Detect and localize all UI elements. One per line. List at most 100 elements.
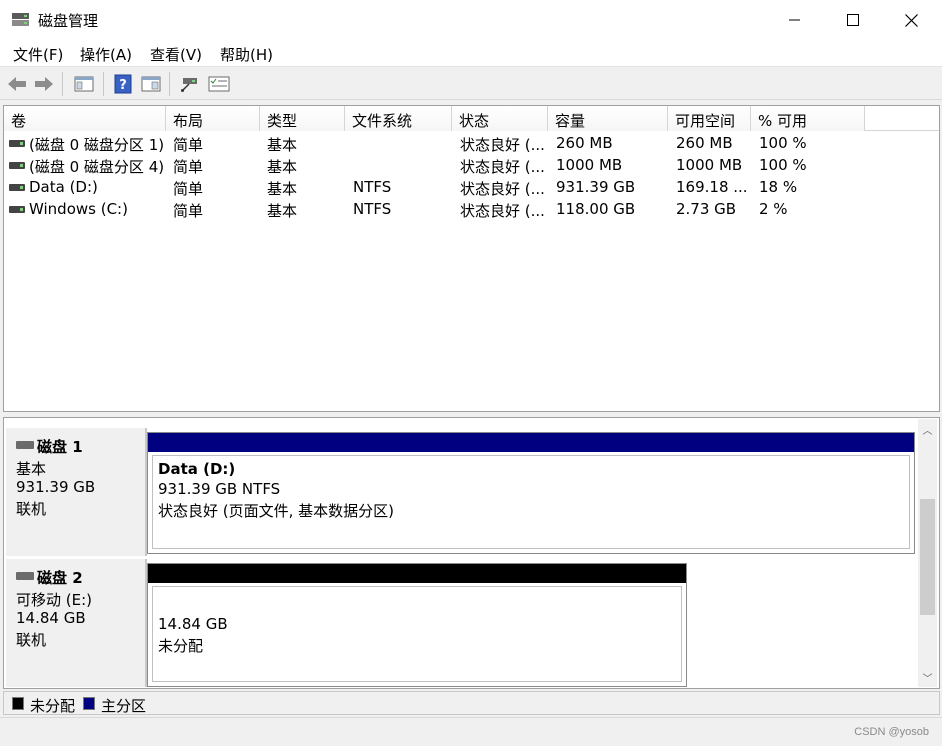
maximize-icon (847, 14, 859, 26)
cell-status: 状态良好 (... (460, 136, 545, 154)
cell-layout: 简单 (173, 136, 204, 154)
disk-2-name-text: 磁盘 2 (37, 569, 83, 587)
svg-text:?: ? (119, 78, 127, 93)
volume-row[interactable]: Windows (C:) 简单 基本 NTFS 状态良好 (... 118.00… (4, 198, 939, 220)
cell-layout: 简单 (173, 180, 204, 198)
legend-primary-swatch (83, 697, 95, 710)
settings-list-icon (208, 76, 230, 92)
column-layout[interactable]: 布局 (166, 106, 260, 131)
maximize-button[interactable] (824, 0, 882, 40)
partition-color-bar (148, 433, 914, 452)
column-free-space[interactable]: 可用空间 (668, 106, 751, 131)
cell-volume: Data (D:) (29, 178, 98, 196)
cell-type: 基本 (267, 180, 298, 198)
help-button[interactable]: ? (112, 73, 134, 95)
menu-help[interactable]: 帮助(H) (220, 44, 273, 65)
cell-type: 基本 (267, 136, 298, 154)
disk-2-label[interactable]: 磁盘 2 可移动 (E:) 14.84 GB 联机 (6, 559, 147, 687)
disk-2-size: 14.84 GB (16, 609, 86, 627)
connect-button[interactable] (179, 73, 201, 95)
cell-layout: 简单 (173, 158, 204, 176)
column-file-system[interactable]: 文件系统 (345, 106, 452, 131)
volume-icon (9, 140, 25, 147)
partition-details: Data (D:) 931.39 GB NTFS 状态良好 (页面文件, 基本数… (152, 455, 910, 549)
cell-status: 状态良好 (... (460, 202, 545, 220)
disk-1-label[interactable]: 磁盘 1 基本 931.39 GB 联机 (6, 428, 147, 556)
minimize-button[interactable] (766, 0, 824, 40)
settings-list-button[interactable] (208, 73, 230, 95)
column-capacity[interactable]: 容量 (548, 106, 668, 131)
partition-status: 状态良好 (页面文件, 基本数据分区) (158, 502, 395, 520)
disk-management-app-icon (12, 13, 29, 26)
forward-button[interactable] (33, 73, 55, 95)
volume-row[interactable]: (磁盘 0 磁盘分区 4) 简单 基本 状态良好 (... 1000 MB 10… (4, 154, 939, 176)
volume-icon (9, 162, 25, 169)
scroll-thumb[interactable] (920, 499, 935, 615)
status-bar: CSDN @yosob (0, 717, 942, 746)
cell-type: 基本 (267, 158, 298, 176)
legend-unallocated-swatch (12, 697, 24, 710)
window-title: 磁盘管理 (38, 12, 99, 30)
partition-size: 14.84 GB (158, 615, 228, 633)
cell-free-space: 169.18 ... (676, 178, 748, 196)
cell-percent-free: 100 % (759, 134, 807, 152)
column-percent-free[interactable]: % 可用 (751, 106, 865, 131)
show-hide-console-tree-button[interactable] (73, 73, 95, 95)
connect-icon (181, 78, 197, 92)
back-button[interactable] (6, 73, 28, 95)
toolbar: ? (0, 67, 942, 100)
back-icon (8, 77, 26, 91)
disk-2-name: 磁盘 2 (16, 567, 83, 588)
cell-status: 状态良好 (... (460, 180, 545, 198)
cell-status: 状态良好 (... (460, 158, 545, 176)
column-status[interactable]: 状态 (452, 106, 548, 131)
legend-primary-label: 主分区 (101, 697, 147, 715)
cell-layout: 简单 (173, 202, 204, 220)
volume-list-header: 卷 布局 类型 文件系统 状态 容量 可用空间 % 可用 (4, 106, 939, 131)
cell-capacity: 118.00 GB (556, 200, 636, 218)
volume-row[interactable]: Data (D:) 简单 基本 NTFS 状态良好 (... 931.39 GB… (4, 176, 939, 198)
cell-free-space: 260 MB (676, 134, 733, 152)
disk-icon (16, 571, 34, 580)
close-button[interactable] (882, 0, 940, 40)
cell-percent-free: 100 % (759, 156, 807, 174)
volume-row[interactable]: (磁盘 0 磁盘分区 1) 简单 基本 状态良好 (... 260 MB 260… (4, 132, 939, 154)
disk-1-state: 联机 (16, 500, 47, 518)
watermark: CSDN @yosob (854, 726, 929, 738)
menu-action[interactable]: 操作(A) (80, 44, 132, 65)
graph-pane-scrollbar[interactable]: ︿ ﹀ (918, 419, 937, 687)
cell-free-space: 1000 MB (676, 156, 743, 174)
console-tree-icon (74, 76, 94, 92)
partition-title: Data (D:) (158, 460, 236, 478)
disk-1-type: 基本 (16, 460, 47, 478)
properties-button[interactable] (140, 73, 162, 95)
disk-icon (16, 440, 34, 449)
partition-color-bar (148, 564, 686, 583)
column-volume[interactable]: 卷 (4, 106, 166, 131)
partition-unallocated[interactable]: 14.84 GB 未分配 (147, 563, 687, 687)
volume-icon (9, 206, 25, 213)
cell-file-system: NTFS (353, 178, 392, 196)
minimize-icon (789, 19, 800, 21)
menu-view[interactable]: 查看(V) (150, 44, 202, 65)
menu-file[interactable]: 文件(F) (13, 44, 63, 65)
menu-bar: 文件(F) 操作(A) 查看(V) 帮助(H) (0, 40, 942, 67)
properties-icon (141, 76, 161, 92)
volume-list: 卷 布局 类型 文件系统 状态 容量 可用空间 % 可用 (磁盘 0 磁盘分区 … (3, 105, 940, 412)
cell-capacity: 260 MB (556, 134, 613, 152)
title-bar: 磁盘管理 (0, 0, 942, 40)
partition-size-fs: 931.39 GB NTFS (158, 480, 281, 498)
volume-icon (9, 184, 25, 191)
cell-capacity: 1000 MB (556, 156, 623, 174)
forward-icon (35, 77, 53, 91)
column-type[interactable]: 类型 (260, 106, 345, 131)
cell-free-space: 2.73 GB (676, 200, 737, 218)
cell-file-system: NTFS (353, 200, 392, 218)
scroll-up-icon[interactable]: ︿ (918, 421, 937, 437)
cell-percent-free: 18 % (759, 178, 798, 196)
cell-percent-free: 2 % (759, 200, 788, 218)
disk-1-name-text: 磁盘 1 (37, 438, 83, 456)
scroll-down-icon[interactable]: ﹀ (918, 669, 937, 685)
partition-data-d[interactable]: Data (D:) 931.39 GB NTFS 状态良好 (页面文件, 基本数… (147, 432, 915, 554)
disk-2-state: 联机 (16, 631, 47, 649)
